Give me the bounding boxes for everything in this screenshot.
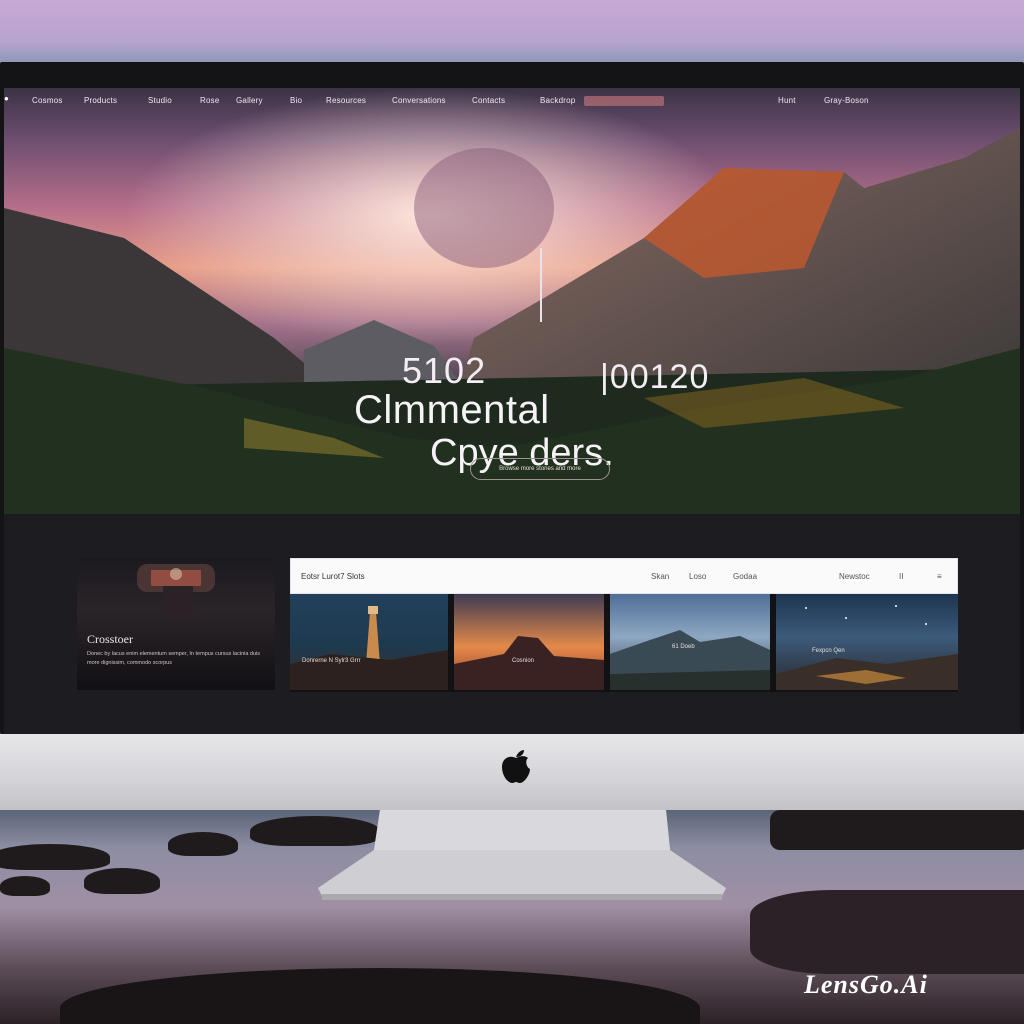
sunset-rock-image [454, 636, 604, 690]
gallery-toolbar: Eotsr Lurot7 Slots Skan Loso Godaa Newst… [290, 558, 958, 594]
nav-item-backdrop[interactable]: Backdrop [540, 96, 575, 105]
hero-number-left: 5102 [402, 350, 487, 391]
nav-item-conversations[interactable]: Conversations [392, 96, 446, 105]
card-title: Crosstoer [87, 632, 133, 646]
mountain-lake-image [610, 630, 770, 690]
thumb-caption-2: Cosnion [512, 658, 535, 664]
nav-item-products[interactable]: Products [84, 96, 117, 105]
gallery-brand: Eotsr Lurot7 Slots [301, 572, 365, 581]
nav-item-contacts[interactable]: Contacts [472, 96, 505, 105]
card-description: Donec by lacus enim elementum semper, In… [87, 651, 261, 666]
thumb-caption-4: Fexpcn Qen [812, 648, 845, 654]
nav-item-gallery[interactable]: Gallery [236, 96, 263, 105]
nav-item-gray-boson[interactable]: Gray-Boson [824, 96, 869, 105]
nav-item-rose[interactable]: Rose [200, 96, 219, 105]
lighthouse-image [290, 606, 448, 690]
gallery-thumb-3[interactable]: 61 Doeb [610, 594, 770, 690]
screen: ● Cosmos Products Studio Rose Gallery Bi… [4, 88, 1020, 734]
gallery-thumb-2[interactable]: Cosnion [454, 594, 604, 690]
gallery-thumb-4[interactable]: Fexpcn Qen [776, 594, 958, 690]
gallery-control-1[interactable]: Skan [651, 572, 669, 581]
nav-item-studio[interactable]: Studio [148, 96, 172, 105]
night-sky-image [776, 605, 958, 690]
monitor-bezel: ● Cosmos Products Studio Rose Gallery Bi… [0, 62, 1024, 734]
gallery-newstoc[interactable]: Newstoc [839, 572, 870, 581]
content-section: Crosstoer Donec by lacus enim elementum … [4, 514, 1020, 734]
hero-number-right: |00120 [600, 358, 710, 396]
imac-monitor: ● Cosmos Products Studio Rose Gallery Bi… [0, 62, 1024, 810]
pause-icon[interactable]: II [899, 572, 903, 581]
thumb-caption-3: 61 Doeb [672, 644, 695, 650]
nav-logo-icon[interactable]: ● [4, 94, 9, 103]
nav-item-cosmos[interactable]: Cosmos [32, 96, 63, 105]
hero-section: ● Cosmos Products Studio Rose Gallery Bi… [4, 88, 1020, 514]
hero-title: Clmmental [354, 388, 550, 432]
gallery-control-3[interactable]: Godaa [733, 572, 757, 581]
feature-card[interactable]: Crosstoer Donec by lacus enim elementum … [77, 558, 275, 690]
gallery-control-2[interactable]: Loso [689, 572, 706, 581]
hero-cta-button[interactable]: Browse more stories and more [470, 458, 610, 480]
card-image [137, 564, 215, 620]
monitor-chin [0, 734, 1024, 810]
nav-item-resources[interactable]: Resources [326, 96, 366, 105]
nav-item-hunt[interactable]: Hunt [778, 96, 796, 105]
monitor-stand [318, 810, 726, 900]
menu-icon[interactable]: ≡ [937, 572, 942, 581]
gallery-thumb-1[interactable]: Donrerne N Sylr3 Grrr [290, 594, 448, 690]
gallery-panel: Eotsr Lurot7 Slots Skan Loso Godaa Newst… [290, 558, 958, 692]
top-nav: ● Cosmos Products Studio Rose Gallery Bi… [4, 88, 1020, 112]
watermark: LensGo.Ai [804, 970, 928, 999]
scene: ● Cosmos Products Studio Rose Gallery Bi… [0, 0, 1024, 1024]
thumb-caption-1: Donrerne N Sylr3 Grrr [302, 658, 361, 664]
nav-highlight [584, 96, 664, 106]
hero-divider [540, 248, 542, 322]
apple-logo-icon [502, 750, 530, 783]
nav-item-bio[interactable]: Bio [290, 96, 302, 105]
